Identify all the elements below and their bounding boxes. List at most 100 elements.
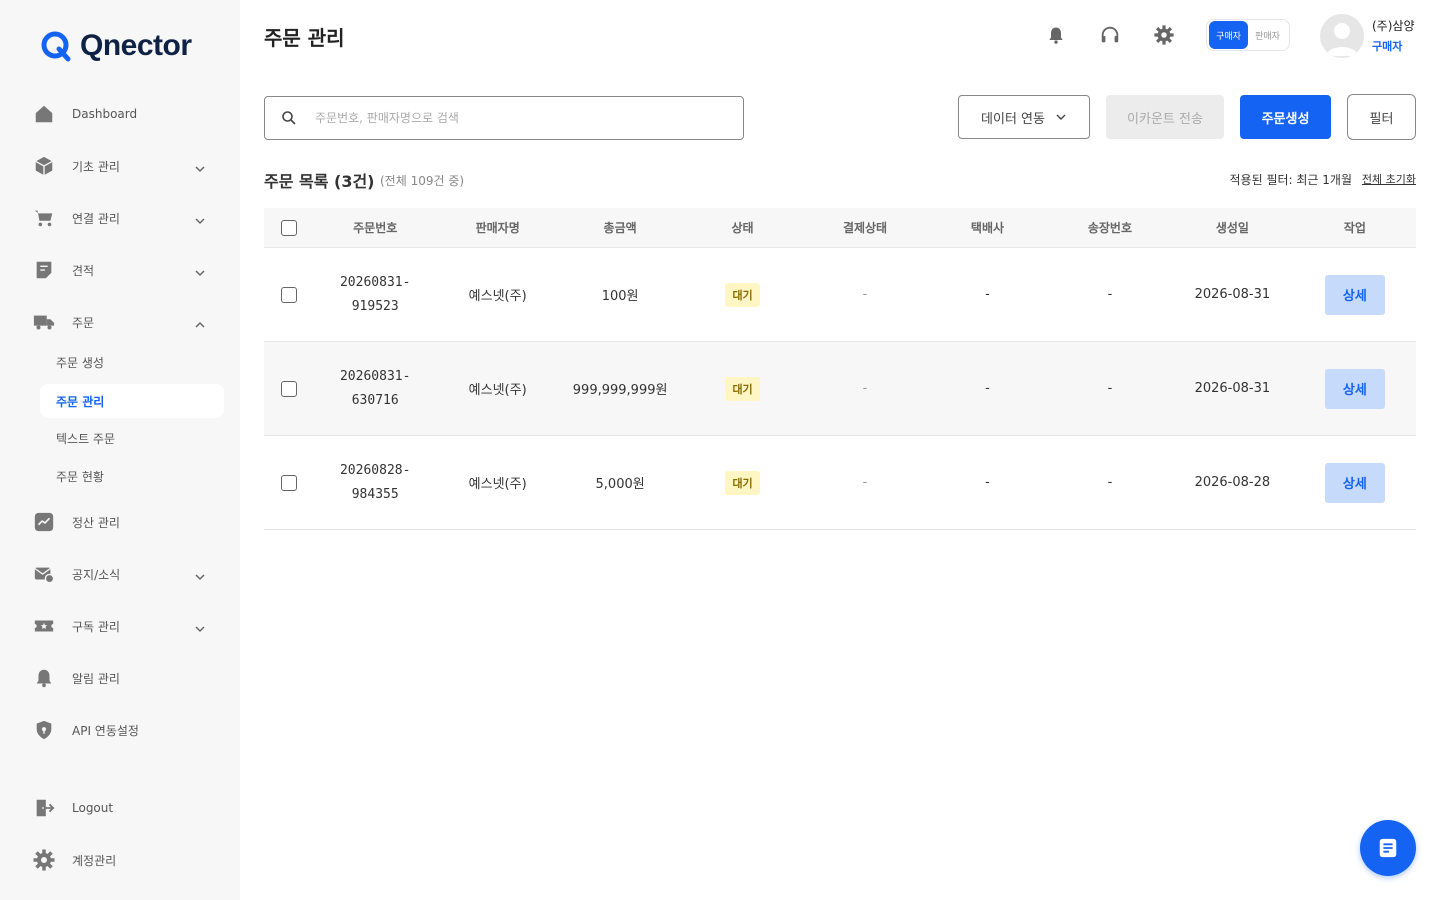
- sidebar-item-api[interactable]: API 연동설정: [32, 714, 216, 746]
- row-checkbox[interactable]: [280, 286, 297, 303]
- sidebar-item-subscription[interactable]: 구독 관리: [32, 610, 216, 642]
- created-cell: 2026-08-31: [1194, 287, 1271, 302]
- sidebar-item-label: 정산 관리: [72, 515, 120, 530]
- status-cell: 대기: [681, 470, 803, 495]
- status-badge: 대기: [725, 282, 760, 307]
- created-cell: 2026-08-28: [1194, 475, 1271, 490]
- sidebar-item-connection[interactable]: 연결 관리: [32, 202, 216, 234]
- role-toggle: 구매자 판매자: [1206, 19, 1290, 51]
- sidebar-item-label: 연결 관리: [72, 211, 120, 226]
- sidebar-item-alert[interactable]: 알림 관리: [32, 662, 216, 694]
- order-list-total: (전체 109건 중): [380, 174, 465, 188]
- sidebar-item-dashboard[interactable]: Dashboard: [32, 98, 216, 130]
- sidebar-subitem-text-order[interactable]: 텍스트 주문: [40, 421, 224, 455]
- sidebar-item-label: 견적: [72, 263, 95, 278]
- sidebar-item-label: 공지/소식: [72, 567, 121, 582]
- row-checkbox[interactable]: [280, 474, 297, 491]
- sidebar-item-quote[interactable]: 견적: [32, 254, 216, 286]
- table-header: 주문번호 판매자명 총금액 상태 결제상태 택배사 송장번호 생성일 작업: [264, 208, 1416, 248]
- status-badge: 대기: [725, 376, 760, 401]
- truck-icon: [32, 310, 56, 334]
- sidebar-item-settlement[interactable]: 정산 관리: [32, 506, 216, 538]
- col-header-payment[interactable]: 결제상태: [804, 219, 926, 236]
- payment-cell: -: [862, 381, 868, 396]
- chevron-down-icon: [1055, 111, 1067, 123]
- shield-icon: [32, 718, 56, 742]
- col-header-amount[interactable]: 총금액: [559, 219, 681, 236]
- order-table: 주문번호 판매자명 총금액 상태 결제상태 택배사 송장번호 생성일 작업 20…: [264, 208, 1416, 530]
- amount-cell: 100원: [601, 289, 639, 304]
- notification-bell-icon[interactable]: [1044, 23, 1068, 47]
- box-icon: [32, 154, 56, 178]
- tracking-cell: -: [1107, 287, 1113, 302]
- ticket-icon: [32, 614, 56, 638]
- settings-gear-icon[interactable]: [1152, 23, 1176, 47]
- search-input[interactable]: [315, 111, 715, 125]
- create-order-button[interactable]: 주문생성: [1240, 95, 1331, 139]
- detail-button[interactable]: 상세: [1324, 274, 1385, 315]
- logout-icon: [32, 796, 56, 820]
- page-title: 주문 관리: [264, 26, 345, 50]
- sidebar: Qnector Dashboard 기초 관리 연결 관리 견적 주문 주문 생…: [0, 0, 240, 900]
- action-cell: 상세: [1294, 274, 1416, 315]
- order-list-title: 주문 목록 (3건): [264, 172, 375, 191]
- status-cell: 대기: [681, 282, 803, 307]
- headset-icon[interactable]: [1098, 23, 1122, 47]
- reset-all-link[interactable]: 전체 초기화: [1362, 171, 1416, 187]
- role-buyer-button[interactable]: 구매자: [1209, 21, 1248, 49]
- col-header-order-no[interactable]: 주문번호: [314, 219, 436, 236]
- sidebar-item-label: 구독 관리: [72, 619, 120, 634]
- sidebar-subitem-create-order[interactable]: 주문 생성: [40, 345, 224, 379]
- seller-cell: 예스넷(주): [468, 477, 527, 492]
- ecount-send-button[interactable]: 이카운트 전송: [1106, 95, 1224, 139]
- filter-button[interactable]: 필터: [1347, 94, 1416, 140]
- sidebar-item-order[interactable]: 주문: [32, 306, 216, 338]
- sidebar-item-label: Dashboard: [72, 107, 138, 121]
- bell-icon: [32, 666, 56, 690]
- row-checkbox[interactable]: [280, 380, 297, 397]
- order-no-cell: 20260831- 630716: [314, 365, 436, 413]
- payment-cell: -: [862, 287, 868, 302]
- detail-button[interactable]: 상세: [1324, 368, 1385, 409]
- order-no-part2: 919523: [351, 298, 399, 314]
- sidebar-subitem-order-status[interactable]: 주문 현황: [40, 459, 224, 493]
- chevron-up-icon: [194, 316, 206, 328]
- sidebar-item-basic[interactable]: 기초 관리: [32, 150, 216, 182]
- sidebar-item-label: 기초 관리: [72, 159, 120, 174]
- sidebar-item-account[interactable]: 계정관리: [32, 844, 216, 876]
- order-no-part1: 20260831-: [339, 274, 411, 290]
- tracking-cell: -: [1107, 381, 1113, 396]
- detail-button[interactable]: 상세: [1324, 462, 1385, 503]
- action-cell: 상세: [1294, 462, 1416, 503]
- tracking-cell: -: [1107, 475, 1113, 490]
- seller-cell: 예스넷(주): [468, 289, 527, 304]
- seller-cell: 예스넷(주): [468, 383, 527, 398]
- order-no-part2: 984355: [351, 486, 399, 502]
- sidebar-item-notice[interactable]: 공지/소식: [32, 558, 216, 590]
- logo[interactable]: Qnector: [40, 28, 192, 64]
- receipt-icon: [32, 258, 56, 282]
- select-all-checkbox[interactable]: [280, 219, 297, 236]
- col-header-created[interactable]: 생성일: [1171, 219, 1293, 236]
- sidebar-item-logout[interactable]: Logout: [32, 792, 216, 824]
- chat-fab-button[interactable]: [1360, 820, 1416, 876]
- col-header-seller[interactable]: 판매자명: [436, 219, 558, 236]
- data-link-dropdown[interactable]: 데이터 연동: [958, 95, 1090, 139]
- sidebar-item-label: 계정관리: [72, 853, 117, 868]
- role-seller-button[interactable]: 판매자: [1248, 21, 1287, 49]
- chevron-down-icon: [194, 620, 206, 633]
- cart-icon: [32, 206, 56, 230]
- amount-cell: 5,000원: [595, 477, 645, 492]
- courier-cell: -: [985, 381, 990, 396]
- mail-icon: [32, 562, 56, 586]
- avatar[interactable]: [1320, 14, 1364, 58]
- payment-cell: -: [862, 475, 868, 490]
- sidebar-item-label: API 연동설정: [72, 723, 139, 738]
- col-header-courier[interactable]: 택배사: [926, 219, 1048, 236]
- trend-chart-icon: [32, 510, 56, 534]
- col-header-status[interactable]: 상태: [681, 219, 803, 236]
- col-header-tracking[interactable]: 송장번호: [1049, 219, 1171, 236]
- chevron-down-icon: [194, 212, 206, 225]
- sidebar-subitem-order-management[interactable]: 주문 관리: [40, 384, 224, 418]
- logo-text: Qnector: [80, 29, 192, 62]
